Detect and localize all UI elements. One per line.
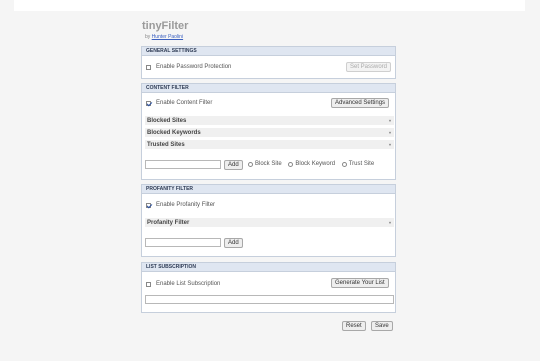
expand-arrow-icon: ▾	[388, 118, 391, 123]
filter-type-radio-group: Block Site Block Keyword Trust Site	[248, 160, 379, 169]
list-blocked-sites[interactable]: Blocked Sites ▾	[145, 116, 394, 126]
content-filter-label: Enable Content Filter	[156, 100, 213, 106]
author-link[interactable]: Hunter Paolini	[152, 34, 183, 40]
content-filter-section: CONTENT FILTER Enable Content Filter Adv…	[141, 83, 396, 180]
content-filter-input[interactable]	[145, 160, 221, 169]
save-button[interactable]: Save	[371, 321, 393, 331]
byline-prefix: by	[145, 34, 151, 40]
list-blocked-keywords[interactable]: Blocked Keywords ▾	[145, 128, 394, 138]
block-keyword-label: Block Keyword	[295, 161, 336, 167]
password-label: Enable Password Protection	[156, 64, 232, 70]
profanity-filter-label: Enable Profanity Filter	[156, 202, 216, 208]
content-enable-row: Enable Content Filter	[146, 100, 212, 106]
trust-site-radio[interactable]	[341, 162, 347, 167]
profanity-enable-row: Enable Profanity Filter	[146, 202, 215, 208]
section-header: CONTENT FILTER	[142, 84, 395, 93]
reset-button[interactable]: Reset	[342, 321, 366, 331]
block-site-label: Block Site	[255, 161, 282, 167]
byline: by Hunter Paolini	[145, 34, 183, 40]
list-subscription-section: LIST SUBSCRIPTION Enable List Subscripti…	[141, 262, 396, 313]
expand-arrow-icon: ▾	[388, 142, 391, 147]
list-label: Blocked Sites	[147, 118, 187, 124]
advanced-settings-button[interactable]: Advanced Settings	[331, 98, 390, 108]
section-header: LIST SUBSCRIPTION	[142, 263, 395, 272]
trust-site-label: Trust Site	[348, 161, 375, 167]
subscription-url-input[interactable]	[145, 295, 394, 304]
content-add-button[interactable]: Add	[224, 160, 243, 170]
section-header: PROFANITY FILTER	[142, 185, 395, 194]
list-subscription-label: Enable List Subscription	[156, 281, 221, 287]
expand-arrow-icon: ▾	[388, 220, 391, 225]
profanity-filter-section: PROFANITY FILTER Enable Profanity Filter…	[141, 184, 396, 257]
profanity-filter-input[interactable]	[145, 238, 221, 247]
list-label: Trusted Sites	[147, 142, 185, 148]
block-site-radio[interactable]	[248, 162, 253, 167]
set-password-button[interactable]: Set Password	[346, 62, 392, 72]
section-header: GENERAL SETTINGS	[142, 47, 395, 56]
list-label: Profanity Filter	[147, 220, 190, 226]
list-profanity-filter[interactable]: Profanity Filter ▾	[145, 218, 394, 228]
password-row: Enable Password Protection	[146, 64, 231, 70]
profanity-filter-checkbox[interactable]	[146, 202, 151, 208]
content-filter-checkbox[interactable]	[146, 100, 151, 106]
subscription-enable-row: Enable List Subscription	[146, 281, 220, 287]
profanity-add-button[interactable]: Add	[224, 238, 243, 248]
list-subscription-checkbox[interactable]	[146, 281, 151, 287]
list-trusted-sites[interactable]: Trusted Sites ▾	[145, 140, 394, 150]
app-title: tinyFilter	[142, 20, 189, 32]
block-keyword-radio[interactable]	[288, 162, 294, 167]
general-settings-section: GENERAL SETTINGS Enable Password Protect…	[141, 46, 396, 79]
top-bar	[14, 0, 525, 11]
generate-list-button[interactable]: Generate Your List	[331, 278, 389, 288]
password-checkbox[interactable]	[146, 64, 151, 70]
expand-arrow-icon: ▾	[388, 130, 391, 135]
list-label: Blocked Keywords	[147, 130, 201, 136]
